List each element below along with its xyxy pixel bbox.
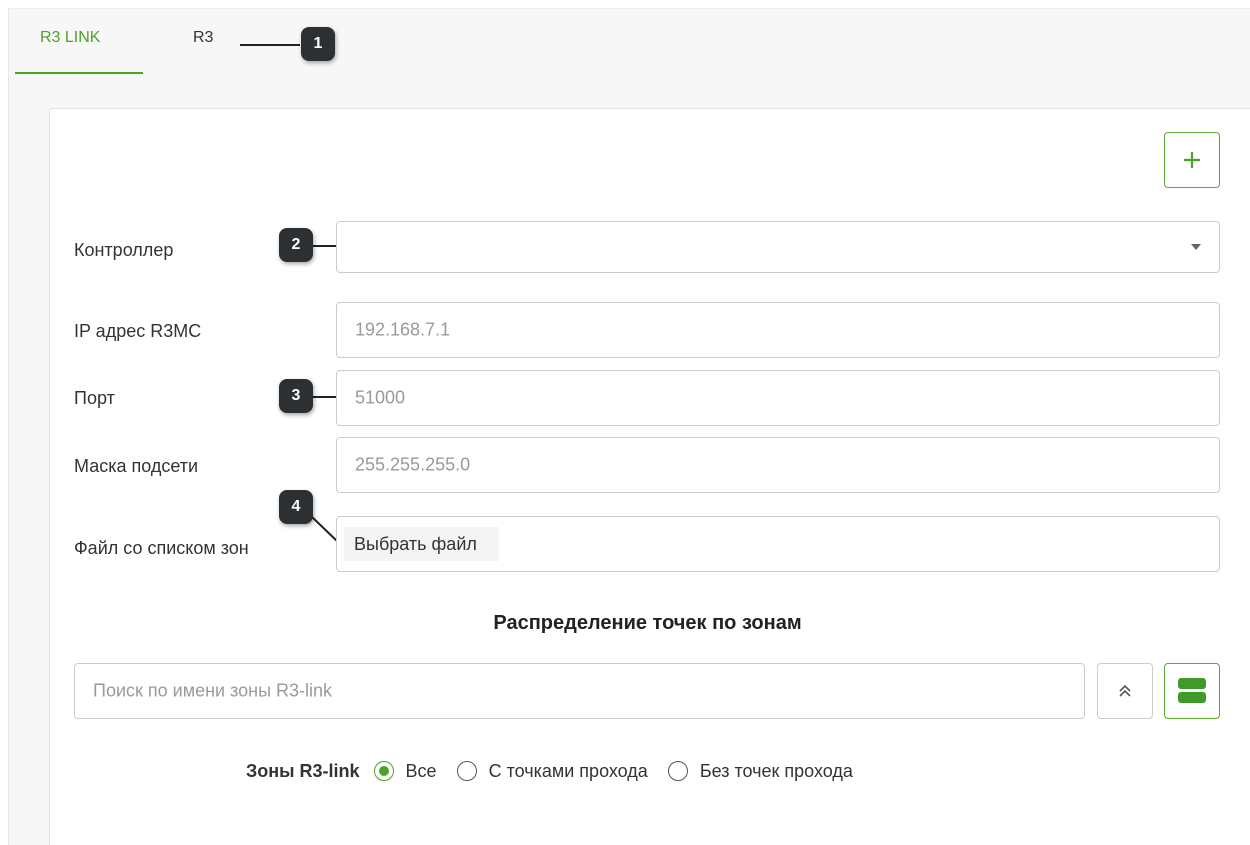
filter-option-without-points-label: Без точек прохода [699, 760, 853, 781]
zone-filter: Зоны R3-link Все С точками прохода Без т… [246, 758, 873, 784]
callout-badge-1: 1 [301, 27, 335, 61]
mask-input-placeholder: 255.255.255.0 [355, 454, 471, 475]
filter-option-all[interactable]: Все [373, 760, 437, 782]
mask-label: Маска подсети [74, 456, 199, 476]
collapse-all-button[interactable] [1097, 663, 1153, 719]
add-button[interactable] [1164, 132, 1220, 188]
choose-file-button[interactable]: Выбрать файл [344, 527, 499, 561]
tab-r3-label: R3 [193, 29, 214, 46]
callout-1-leader [240, 44, 300, 46]
filter-option-without-points[interactable]: Без точек прохода [667, 760, 853, 782]
controller-select[interactable] [336, 221, 1220, 273]
file-label: Файл со списком зон [74, 538, 249, 558]
plus-icon [1184, 152, 1200, 168]
ip-input-placeholder: 192.168.7.1 [355, 319, 451, 340]
callout-2-leader [312, 245, 336, 247]
zone-search-placeholder: Поиск по имени зоны R3-link [93, 680, 333, 701]
radio-unchecked-icon [667, 761, 688, 781]
ip-label: IP адрес R3MC [74, 321, 202, 341]
ip-input[interactable]: 192.168.7.1 [336, 302, 1220, 358]
port-input[interactable]: 51000 [336, 370, 1220, 426]
port-input-placeholder: 51000 [355, 387, 406, 408]
radio-unchecked-icon [456, 761, 477, 781]
callout-badge-4: 4 [279, 490, 313, 524]
double-chevron-up-icon [1119, 684, 1131, 697]
zone-filter-title: Зоны R3-link [246, 760, 360, 781]
tab-r3-link[interactable]: R3 LINK [15, 20, 143, 74]
caret-down-icon [1191, 244, 1201, 250]
radio-checked-icon [373, 761, 394, 781]
filter-option-all-label: Все [405, 760, 437, 781]
tab-r3-link-label: R3 LINK [40, 29, 101, 46]
tab-r3[interactable]: R3 [193, 20, 213, 74]
mask-input[interactable]: 255.255.255.0 [336, 437, 1220, 493]
callout-badge-2: 2 [279, 228, 313, 262]
filter-option-with-points[interactable]: С точками прохода [456, 760, 648, 782]
controller-label: Контроллер [74, 240, 174, 260]
view-toggle-button[interactable] [1164, 663, 1220, 719]
layout-rows-icon [1178, 678, 1206, 703]
callout-3-leader [312, 396, 336, 398]
zones-section-title: Распределение точек по зонам [493, 612, 802, 634]
zone-search-input[interactable]: Поиск по имени зоны R3-link [74, 663, 1085, 719]
filter-option-with-points-label: С точками прохода [488, 760, 648, 781]
callout-badge-3: 3 [279, 379, 313, 413]
port-label: Порт [74, 388, 115, 408]
file-input[interactable]: Выбрать файл [336, 516, 1220, 572]
